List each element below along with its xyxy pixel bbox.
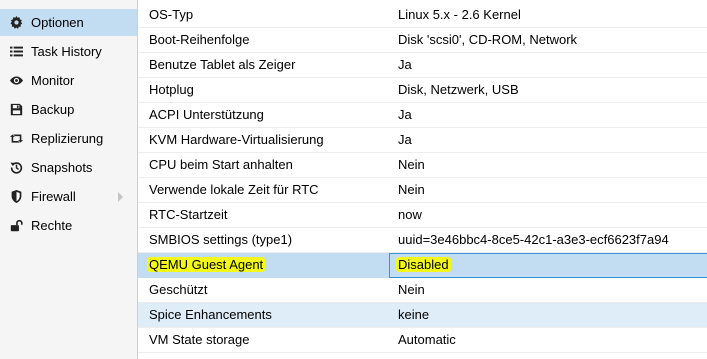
option-value: keine [398, 307, 430, 322]
option-key: Boot-Reihenfolge [149, 32, 250, 47]
option-value: uuid=3e46bbc4-8ce5-42c1-a3e3-ecf6623f7a9… [398, 232, 669, 247]
sidebar-item-label: Backup [31, 102, 75, 117]
option-key: Verwende lokale Zeit für RTC [149, 182, 319, 197]
sidebar-item-label: Replizierung [31, 131, 104, 146]
option-value: Linux 5.x - 2.6 Kernel [398, 7, 521, 22]
options-row[interactable]: CPU beim Start anhalten Nein [138, 153, 707, 178]
unlock-icon [9, 219, 23, 233]
option-value: Disk, Netzwerk, USB [398, 82, 519, 97]
option-value: Ja [398, 107, 412, 122]
option-key: Benutze Tablet als Zeiger [149, 57, 296, 72]
sidebar-item-monitor[interactable]: Monitor [0, 67, 137, 94]
sidebar-item-replizierung[interactable]: Replizierung [0, 125, 137, 152]
options-grid: OS-Typ Linux 5.x - 2.6 Kernel Boot-Reihe… [138, 0, 707, 359]
chevron-right-icon[interactable] [118, 192, 123, 202]
option-key: QEMU Guest Agent [147, 253, 266, 277]
option-key: VM State storage [149, 332, 250, 347]
option-value: Nein [398, 157, 425, 172]
sidebar-item-task-history[interactable]: Task History [0, 38, 137, 65]
option-key: Hotplug [149, 82, 194, 97]
option-value: Ja [398, 132, 412, 147]
highlighted-text: Disabled [396, 257, 451, 272]
options-row[interactable]: ACPI Unterstützung Ja [138, 103, 707, 128]
options-row[interactable]: Boot-Reihenfolge Disk 'scsi0', CD-ROM, N… [138, 28, 707, 53]
sidebar-item-label: Rechte [31, 218, 73, 233]
options-row[interactable]: Verwende lokale Zeit für RTC Nein [138, 178, 707, 203]
option-key: OS-Typ [149, 7, 194, 22]
option-key: Geschützt [149, 282, 208, 297]
option-value: Nein [398, 282, 425, 297]
options-row[interactable]: SMBIOS settings (type1) uuid=3e46bbc4-8c… [138, 228, 707, 253]
options-row[interactable]: Spice Enhancements keine [138, 303, 707, 328]
option-value: Disabled [396, 253, 451, 277]
options-row-selected[interactable]: QEMU Guest Agent Disabled [138, 253, 707, 278]
option-key: KVM Hardware-Virtualisierung [149, 132, 324, 147]
option-key: CPU beim Start anhalten [149, 157, 293, 172]
options-row[interactable]: OS-Typ Linux 5.x - 2.6 Kernel [138, 3, 707, 28]
sidebar-item-optionen[interactable]: Optionen [0, 9, 137, 36]
sidebar: Optionen Task History Monitor Backup Rep… [0, 0, 138, 359]
sidebar-item-label: Snapshots [31, 160, 93, 175]
option-key: Spice Enhancements [149, 307, 272, 322]
option-value: Ja [398, 57, 412, 72]
option-value: now [398, 207, 422, 222]
sidebar-item-label: Firewall [31, 189, 76, 204]
options-row[interactable]: RTC-Startzeit now [138, 203, 707, 228]
sidebar-item-label: Task History [31, 44, 102, 59]
options-row[interactable]: KVM Hardware-Virtualisierung Ja [138, 128, 707, 153]
sidebar-item-firewall[interactable]: Firewall [0, 183, 137, 210]
history-icon [9, 161, 23, 175]
option-value: Nein [398, 182, 425, 197]
floppy-disk-icon [9, 103, 23, 117]
sidebar-item-snapshots[interactable]: Snapshots [0, 154, 137, 181]
option-key: SMBIOS settings (type1) [149, 232, 293, 247]
sidebar-item-label: Monitor [31, 73, 75, 88]
option-key: RTC-Startzeit [149, 207, 228, 222]
options-row[interactable]: Geschützt Nein [138, 278, 707, 303]
highlighted-text: QEMU Guest Agent [147, 257, 266, 272]
option-value: Automatic [398, 332, 456, 347]
retweet-icon [9, 132, 23, 146]
sidebar-item-rechte[interactable]: Rechte [0, 212, 137, 239]
sidebar-item-backup[interactable]: Backup [0, 96, 137, 123]
gear-icon [9, 16, 23, 30]
eye-icon [9, 74, 23, 88]
option-value: Disk 'scsi0', CD-ROM, Network [398, 32, 578, 47]
list-icon [9, 45, 23, 59]
shield-icon [9, 190, 23, 204]
options-row[interactable]: VM State storage Automatic [138, 328, 707, 353]
sidebar-item-label: Optionen [31, 15, 84, 30]
options-row[interactable]: Hotplug Disk, Netzwerk, USB [138, 78, 707, 103]
option-key: ACPI Unterstützung [149, 107, 264, 122]
options-row[interactable]: Benutze Tablet als Zeiger Ja [138, 53, 707, 78]
